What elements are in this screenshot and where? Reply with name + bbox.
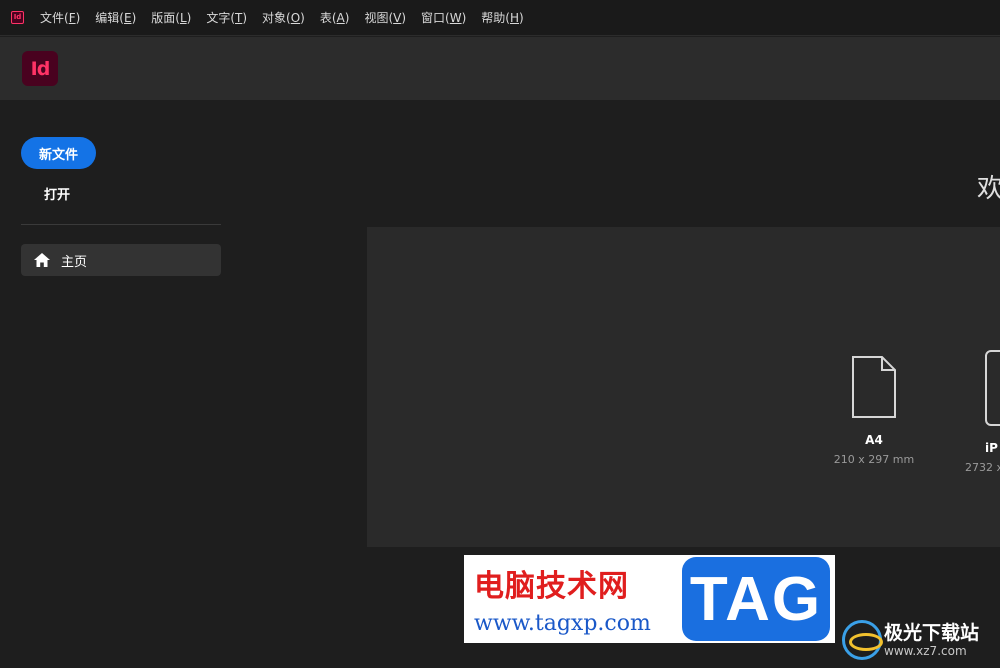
sidebar-item-home[interactable]: 主页 [21,244,221,276]
watermark-tagxp: 电脑技术网 www.tagxp.com TAG [464,555,835,643]
preset-a4-name: A4 [865,433,883,447]
watermark-cn-text: 电脑技术网 [474,569,629,604]
menu-bar: Id 文件(F) 编辑(E) 版面(L) 文字(T) 对象(O) 表(A) 视图… [0,0,1000,36]
home-icon [34,253,50,267]
indesign-app-icon[interactable]: Id [11,11,24,24]
xz7-logo-icon [842,620,883,660]
menu-layout-close: ) [186,11,192,25]
menu-help-label: 帮助( [481,11,510,25]
menu-type[interactable]: 文字(T) [206,9,247,26]
menu-type-close: ) [242,11,248,25]
menu-edit-close: ) [131,11,137,25]
preset-ipad-dims: 2732 x [965,461,1000,474]
menu-table-label: 表( [319,11,337,25]
menu-layout-label: 版面( [151,11,180,25]
menu-type-label: 文字( [206,11,235,25]
menu-view-close: ) [401,11,407,25]
menu-object[interactable]: 对象(O) [262,9,305,26]
document-icon [852,356,896,418]
menu-object-key: O [290,11,301,25]
menu-edit-label: 编辑( [95,11,124,25]
menu-layout-key: L [179,11,187,25]
watermark-tag-logo: TAG [682,557,830,641]
watermark-xz7: 极光下载站 www.xz7.com [840,612,1000,668]
sidebar-divider [21,224,221,225]
menu-view-label: 视图( [364,11,394,25]
watermark-site2-title: 极光下载站 [884,622,980,644]
menu-file[interactable]: 文件(F) [40,9,80,26]
preset-ipad[interactable]: iP 2732 x [957,349,1000,474]
menu-window-label: 窗口( [421,11,450,25]
preset-a4[interactable]: A4 210 x 297 mm [822,355,926,466]
indesign-logo: Id [22,51,58,86]
presets-panel: A4 210 x 297 mm iP 2732 x [367,227,1000,547]
open-button[interactable]: 打开 [30,182,84,204]
sidebar-item-home-label: 主页 [61,254,88,270]
app-header: Id [0,37,1000,100]
watermark-url-text: www.tagxp.com [474,611,651,636]
menu-view[interactable]: 视图(V) [364,9,406,26]
menu-help-close: ) [519,11,524,25]
new-file-button[interactable]: 新文件 [21,137,96,169]
watermark-site2-url: www.xz7.com [884,644,967,658]
menu-table-key: A [336,11,345,25]
menu-table-close: ) [344,11,350,25]
menu-file-close: ) [75,11,81,25]
menu-object-label: 对象( [262,11,291,25]
preset-a4-dims: 210 x 297 mm [833,453,915,466]
sidebar: 新文件 打开 主页 [0,100,242,668]
menu-table[interactable]: 表(A) [320,9,350,26]
menu-object-close: ) [300,11,305,25]
tablet-icon [985,350,1000,426]
menu-file-key: F [68,11,76,25]
welcome-heading: 欢 [977,174,1000,204]
menu-window[interactable]: 窗口(W) [421,9,466,26]
menu-edit[interactable]: 编辑(E) [95,9,136,26]
menu-help-key: H [509,11,520,25]
menu-window-key: W [449,11,462,25]
menu-window-close: ) [461,11,467,25]
menu-edit-key: E [123,11,132,25]
menu-file-label: 文件( [40,11,69,25]
menu-layout[interactable]: 版面(L) [151,9,191,26]
menu-help[interactable]: 帮助(H) [481,9,523,26]
preset-ipad-name: iP [985,441,998,455]
